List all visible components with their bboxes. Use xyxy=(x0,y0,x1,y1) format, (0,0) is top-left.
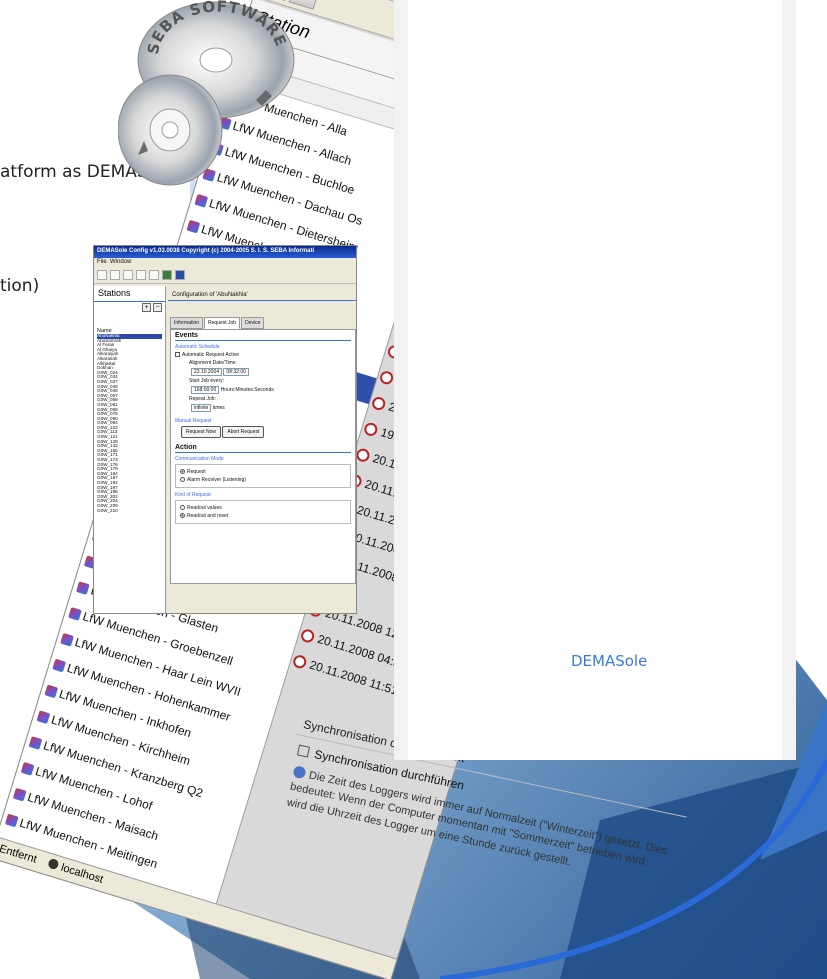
checkbox-icon[interactable] xyxy=(175,352,180,357)
config-menu-bar: File Window xyxy=(94,258,356,268)
repeat-label: Repeat Job: xyxy=(189,396,216,402)
request-now-button[interactable]: Request Now xyxy=(181,426,222,438)
clock-icon xyxy=(378,369,395,386)
card-column-inner xyxy=(408,0,782,760)
config-stations-pane: Stations + − Name AbuNakhla AbuSamrah Al F… xyxy=(94,286,166,613)
software-cd-image: SEBA SOFTWARE xyxy=(118,0,295,186)
card-column xyxy=(394,0,796,760)
radio-alarm-receiver[interactable]: Alarm Receiver (Listening) xyxy=(180,477,346,483)
connection-icon xyxy=(46,857,60,871)
clock-icon xyxy=(362,420,380,438)
events-section-title: Events xyxy=(175,332,351,341)
radio-request[interactable]: Request xyxy=(180,469,346,475)
station-icon xyxy=(12,787,27,802)
toolbar-button[interactable] xyxy=(136,270,146,280)
station-icon xyxy=(36,709,51,724)
toolbar-button[interactable] xyxy=(97,270,107,280)
caption-demasole: DEMASole xyxy=(571,652,648,670)
station-icon xyxy=(68,606,82,621)
request-job-panel: Events Automatic Schedule Automatic Requ… xyxy=(170,329,356,584)
config-station-item[interactable]: G0W_210 xyxy=(97,508,162,514)
toolbar-button[interactable] xyxy=(149,270,159,280)
radio-readout-values[interactable]: Readout values xyxy=(180,505,346,511)
manual-request-label: Manual Request xyxy=(175,418,212,424)
config-tabs: Information Request Job Device xyxy=(168,317,356,329)
radio-icon[interactable] xyxy=(180,469,185,474)
action-section-title: Action xyxy=(175,444,351,453)
save-icon[interactable] xyxy=(175,270,185,280)
config-station-list: AbuNakhla AbuSamrah Al Faras Al Ghaiya Alkar… xyxy=(94,333,165,514)
radio-icon[interactable] xyxy=(180,477,185,482)
config-detail-pane: Configuration of 'AbuNakhla' Information… xyxy=(168,286,356,613)
clock-icon xyxy=(370,394,387,412)
radio-readout-reset[interactable]: Readout and reset xyxy=(180,513,346,519)
station-icon xyxy=(52,658,67,672)
alignment-date-field[interactable]: 23.10.2004 xyxy=(191,368,223,376)
start-every-label: Start Job every: xyxy=(189,378,225,384)
info-icon xyxy=(292,765,307,780)
auto-request-checkbox[interactable]: Automatic Request Active xyxy=(175,352,351,358)
station-icon xyxy=(76,580,90,595)
clock-icon xyxy=(291,653,309,670)
config-toolbar xyxy=(94,268,356,284)
stations-buttons: + − xyxy=(94,302,165,314)
alignment-time-field[interactable]: 08:32:00 xyxy=(223,368,249,376)
repeat-unit: times xyxy=(212,405,225,411)
remove-station-button[interactable]: − xyxy=(153,303,162,312)
station-icon xyxy=(44,684,59,698)
station-icon xyxy=(28,735,43,750)
config-title-bar: DEMASole Config v1.03.0038 Copyright (c)… xyxy=(94,246,356,258)
status-connection: Entfernt xyxy=(0,842,39,866)
radio-icon[interactable] xyxy=(180,505,185,510)
stations-heading: Stations xyxy=(94,286,165,302)
clock-icon xyxy=(354,446,372,463)
toolbar-button[interactable] xyxy=(162,270,172,280)
menu-file[interactable]: File xyxy=(97,259,107,265)
station-icon xyxy=(194,193,209,208)
tab-device[interactable]: Device xyxy=(241,317,265,329)
station-icon xyxy=(20,761,35,776)
station-icon xyxy=(5,813,19,827)
kind-of-request-label: Kind of Request xyxy=(175,492,211,498)
tab-request-job[interactable]: Request Job xyxy=(204,317,241,329)
add-station-button[interactable]: + xyxy=(142,303,151,312)
intro-text-line-2: tion) xyxy=(0,276,40,296)
tab-information[interactable]: Information xyxy=(170,317,204,329)
checkbox-icon[interactable] xyxy=(296,744,310,758)
config-heading: Configuration of 'AbuNakhla' xyxy=(168,286,356,301)
communication-mode-group: Request Alarm Receiver (Listening) xyxy=(175,464,351,488)
menu-window[interactable]: Window xyxy=(110,259,131,265)
station-icon xyxy=(60,632,75,647)
station-icon xyxy=(186,219,201,234)
toolbar-button[interactable] xyxy=(110,270,120,280)
automatic-schedule-label: Automatic Schedule xyxy=(175,344,220,350)
toolbar-button[interactable] xyxy=(123,270,133,280)
start-every-field[interactable]: 168:00:00 xyxy=(191,386,220,394)
clock-icon xyxy=(299,627,316,644)
demasole-config-window: DEMASole Config v1.03.0038 Copyright (c)… xyxy=(93,245,357,614)
abort-request-button[interactable]: Abort Request xyxy=(222,426,265,438)
start-every-unit: Hours:Minutes:Seconds xyxy=(220,387,274,393)
radio-icon[interactable] xyxy=(180,513,185,518)
alignment-label: Alignment Date/Time: xyxy=(189,360,237,366)
communication-mode-label: Communication Mode xyxy=(175,456,224,462)
kind-of-request-group: Readout values Readout and reset xyxy=(175,500,351,524)
repeat-select[interactable]: infinite xyxy=(191,404,212,412)
